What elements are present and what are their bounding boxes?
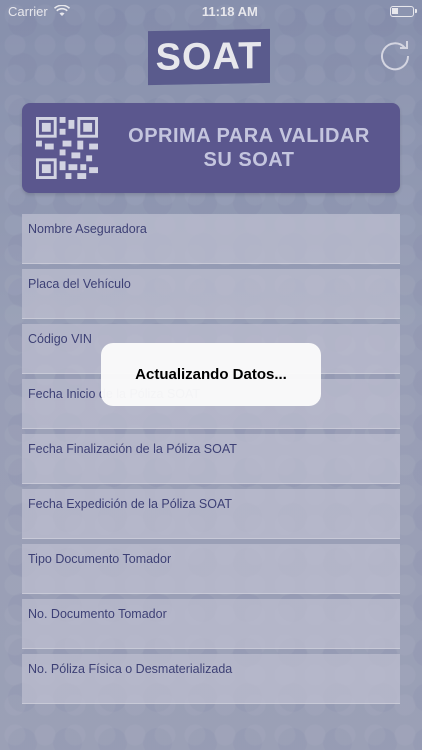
- loading-alert: Actualizando Datos...: [101, 343, 321, 406]
- alert-message: Actualizando Datos...: [135, 366, 287, 383]
